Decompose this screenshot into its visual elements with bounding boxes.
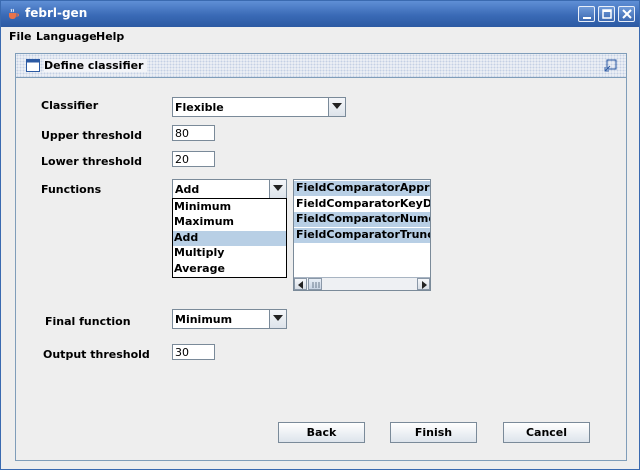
upper-threshold-value: 80 <box>175 127 189 140</box>
scroll-left-button[interactable] <box>294 278 307 290</box>
minimize-icon <box>583 17 591 19</box>
window-icon <box>26 59 40 72</box>
maximize-icon <box>602 9 612 19</box>
menu-bar: File Language Help <box>1 27 639 47</box>
function-option-multiply[interactable]: Multiply <box>173 246 286 261</box>
functions-value: Add <box>175 183 200 196</box>
back-button[interactable]: Back <box>278 422 365 443</box>
frame-title: Define classifier <box>44 59 148 72</box>
close-icon <box>622 9 632 19</box>
arrow-right-icon <box>422 281 427 289</box>
lower-threshold-value: 20 <box>175 153 189 166</box>
window-title: febrl-gen <box>25 6 88 20</box>
functions-dropdown-list: Minimum Maximum Add Multiply Average <box>172 198 287 278</box>
functions-label: Functions <box>41 183 102 196</box>
function-option-add[interactable]: Add <box>173 231 286 246</box>
java-cup-icon <box>7 8 19 20</box>
grip-icon <box>312 282 320 288</box>
title-bar[interactable]: febrl-gen <box>1 1 639 27</box>
function-option-minimum[interactable]: Minimum <box>173 200 286 215</box>
function-option-maximum[interactable]: Maximum <box>173 215 286 230</box>
frame-title-bar[interactable]: Define classifier <box>16 54 626 78</box>
minimize-button[interactable] <box>578 6 595 22</box>
lower-threshold-input[interactable]: 20 <box>172 151 215 167</box>
scroll-right-button[interactable] <box>417 278 430 290</box>
maximize-icon[interactable] <box>604 59 618 73</box>
maximize-button[interactable] <box>598 6 615 22</box>
output-threshold-input[interactable]: 30 <box>172 344 215 360</box>
horizontal-scrollbar[interactable] <box>294 277 430 290</box>
menu-help[interactable]: Help <box>96 30 124 43</box>
chevron-down-icon[interactable] <box>269 310 286 328</box>
classifier-combo[interactable]: Flexible <box>172 97 346 117</box>
cancel-button[interactable]: Cancel <box>503 422 590 443</box>
upper-threshold-input[interactable]: 80 <box>172 125 215 141</box>
list-item[interactable]: FieldComparatorNumericPer <box>294 212 430 227</box>
chevron-down-icon[interactable] <box>269 180 286 198</box>
arrow-left-icon <box>298 281 303 289</box>
output-threshold-label: Output threshold <box>43 348 150 361</box>
menu-file[interactable]: File <box>9 30 32 43</box>
scroll-thumb[interactable] <box>308 278 322 290</box>
classifier-label: Classifier <box>41 99 99 112</box>
main-window: febrl-gen File Language Help Define clas… <box>0 0 640 470</box>
lower-threshold-label: Lower threshold <box>41 155 142 168</box>
upper-threshold-label: Upper threshold <box>41 129 142 142</box>
final-function-label: Final function <box>45 315 131 328</box>
close-button[interactable] <box>618 6 635 22</box>
chevron-down-icon[interactable] <box>328 98 345 116</box>
functions-combo[interactable]: Add <box>172 179 287 199</box>
classifier-value: Flexible <box>175 101 224 114</box>
output-threshold-value: 30 <box>175 346 189 359</box>
list-item[interactable]: FieldComparatorApproxStrin <box>294 181 430 196</box>
final-function-combo[interactable]: Minimum <box>172 309 287 329</box>
menu-language[interactable]: Language <box>36 30 97 43</box>
list-item[interactable]: FieldComparatorTruncateStr <box>294 228 430 243</box>
function-option-average[interactable]: Average <box>173 262 286 277</box>
comparator-list[interactable]: FieldComparatorApproxStrin FieldComparat… <box>293 179 431 291</box>
finish-button[interactable]: Finish <box>390 422 477 443</box>
final-function-value: Minimum <box>175 313 233 326</box>
list-item[interactable]: FieldComparatorKeyDiff(nam <box>294 197 430 212</box>
